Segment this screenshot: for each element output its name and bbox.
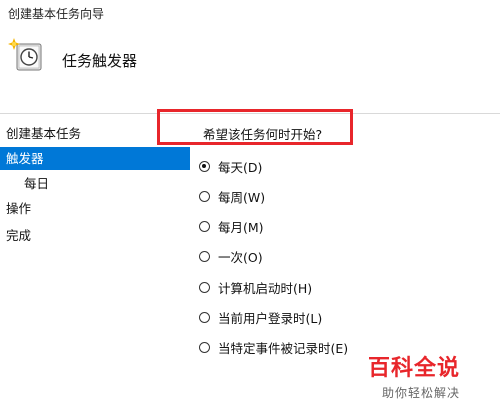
sidebar-item-label: 完成 [6, 228, 32, 243]
radio-button-checked[interactable] [199, 160, 210, 172]
task-clock-icon [8, 38, 42, 71]
sidebar-item-daily[interactable]: 每日 [0, 172, 190, 195]
radio-label: 每天(D) [218, 159, 263, 175]
radio-label: 当前用户登录时(L) [218, 310, 323, 326]
sidebar-item-label: 创建基本任务 [6, 126, 82, 141]
radio-option-on-event[interactable]: 当特定事件被记录时(E) [199, 337, 348, 357]
sidebar-item-trigger[interactable]: 触发器 [0, 147, 190, 170]
radio-option-daily[interactable]: 每天(D) [199, 156, 262, 176]
trigger-question: 希望该任务何时开始? [203, 127, 323, 142]
sidebar-item-finish[interactable]: 完成 [0, 224, 190, 247]
radio-label: 当特定事件被记录时(E) [218, 340, 349, 356]
window-title: 创建基本任务向导 [8, 7, 105, 21]
radio-label: 每周(W) [218, 189, 266, 205]
radio-button[interactable] [199, 190, 210, 202]
page-title: 任务触发器 [62, 52, 138, 70]
radio-label: 一次(O) [218, 249, 263, 265]
sidebar-item-label: 每日 [24, 176, 50, 191]
radio-option-on-logon[interactable]: 当前用户登录时(L) [199, 307, 322, 327]
radio-label: 每月(M) [218, 219, 264, 235]
watermark-tagline: 助你轻松解决 [382, 386, 461, 400]
radio-option-once[interactable]: 一次(O) [199, 246, 263, 266]
radio-option-weekly[interactable]: 每周(W) [199, 186, 265, 206]
radio-option-on-startup[interactable]: 计算机启动时(H) [199, 277, 312, 297]
sidebar-item-action[interactable]: 操作 [0, 197, 190, 220]
radio-label: 计算机启动时(H) [218, 280, 313, 296]
sidebar-item-label: 操作 [6, 201, 32, 216]
watermark-logo: 百科全说 [368, 356, 461, 381]
watermark: 百科全说 助你轻松解决 [368, 350, 496, 410]
wizard-sidebar: 创建基本任务 触发器 每日 操作 完成 [0, 114, 190, 413]
radio-button[interactable] [199, 311, 210, 323]
radio-button[interactable] [199, 220, 210, 232]
radio-button[interactable] [199, 281, 210, 293]
radio-button[interactable] [199, 341, 210, 353]
radio-button[interactable] [199, 250, 210, 262]
sidebar-item-label: 触发器 [6, 151, 44, 166]
radio-option-monthly[interactable]: 每月(M) [199, 216, 264, 236]
